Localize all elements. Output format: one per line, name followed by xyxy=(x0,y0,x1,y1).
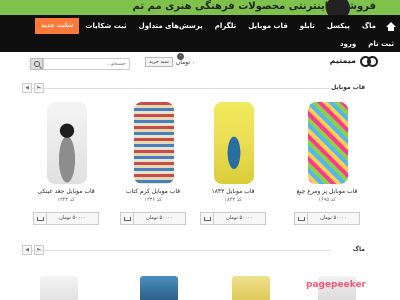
product-code: کد ۱۸۴۳ xyxy=(224,197,242,203)
add-to-cart-button[interactable]: ۵۰۰۰۰ تومان xyxy=(120,212,186,225)
cart-icon-box xyxy=(121,213,134,224)
nav-item-pixel[interactable]: پیکسل xyxy=(321,18,356,34)
cart-icon xyxy=(297,216,305,221)
nav-item-new-site[interactable]: سایت جدید xyxy=(35,18,80,34)
add-to-cart-button[interactable]: ۵۰۰۰۰ تومان xyxy=(294,212,360,225)
nav-item-register[interactable]: ثبت نام xyxy=(362,36,400,52)
section-header-mugs: ◀ ▶ ماگ xyxy=(0,244,400,256)
product-code: کد ۱۳۴۳ xyxy=(57,197,75,203)
add-to-cart-button[interactable]: ۵۰۰۰۰ تومان xyxy=(200,212,266,225)
nav-item-faq[interactable]: پرسش‌های متداول xyxy=(133,18,209,34)
product-price: ۵۰۰۰۰ تومان xyxy=(320,215,347,221)
cart-icon xyxy=(36,216,44,221)
search-input[interactable] xyxy=(43,58,130,70)
header-toolbar: میمتیم سبد خرید ۰ تومان ۰ xyxy=(0,52,400,74)
product-image[interactable] xyxy=(308,102,348,184)
section-title: قاب موبایل xyxy=(331,84,365,91)
nav-item-tablo[interactable]: تابلو xyxy=(294,18,321,34)
glasses-logo-icon xyxy=(360,56,378,67)
product-code: کد ۱۳۳۶ xyxy=(144,197,162,203)
nav-row-account: ثبت نام ورود xyxy=(334,35,400,53)
pagepeeker-watermark: pagepeeker xyxy=(306,280,366,290)
product-card[interactable]: قاب موبایل جغد عینکی کد ۱۳۴۳ ۵۰۰۰۰ تومان xyxy=(31,102,101,232)
product-price: ۵۰۰۰۰ تومان xyxy=(226,215,253,221)
mug-product-image[interactable] xyxy=(140,276,178,300)
home-icon xyxy=(386,21,396,31)
cart-icon-box xyxy=(201,213,214,224)
product-name[interactable]: قاب موبایل ۱۸۴۳ xyxy=(198,188,268,195)
product-code: کد ۱۶۹۵ xyxy=(318,197,336,203)
nav-home[interactable] xyxy=(382,18,400,34)
search-icon xyxy=(33,61,40,67)
product-price: ۵۰۰۰۰ تومان xyxy=(59,215,86,221)
product-card[interactable]: قاب موبایل کرم کتاب کد ۱۳۳۶ ۵۰۰۰۰ تومان xyxy=(118,102,188,232)
product-image[interactable] xyxy=(134,102,174,184)
cart-button[interactable]: سبد خرید xyxy=(145,57,173,67)
cart-count-badge: ۰ xyxy=(177,53,184,60)
product-image[interactable] xyxy=(47,102,87,184)
section-divider xyxy=(30,250,330,251)
top-banner: فروشگاه اینترنتی محصولات فرهنگی هنری مم … xyxy=(0,0,400,15)
section-header-phone-cases: ◀ ▶ قاب موبایل xyxy=(0,82,400,94)
logo-text: میمتیم xyxy=(329,56,356,65)
cart-icon xyxy=(203,216,211,221)
add-to-cart-button[interactable]: ۵۰۰۰۰ تومان xyxy=(33,212,99,225)
product-name[interactable]: قاب موبایل کرم کتاب xyxy=(118,188,188,195)
nav-item-complaints[interactable]: ثبت شکایات xyxy=(79,18,132,34)
cart-widget[interactable]: سبد خرید ۰ تومان ۰ xyxy=(145,53,195,67)
nav-item-telegram[interactable]: تلگرام xyxy=(209,18,242,34)
section-divider xyxy=(30,88,330,89)
search-button[interactable] xyxy=(30,58,43,70)
mug-product-image[interactable] xyxy=(40,276,78,300)
product-card[interactable]: قاب موبایل ۱۸۴۳ کد ۱۸۴۳ ۵۰۰۰۰ تومان xyxy=(198,102,268,232)
product-price: ۵۰۰۰۰ تومان xyxy=(146,215,173,221)
product-name[interactable]: قاب موبایل پر ومرغ جیغ xyxy=(292,188,362,195)
cart-icon-box xyxy=(34,213,47,224)
nav-item-login[interactable]: ورود xyxy=(334,36,362,52)
banner-text: فروشگاه اینترنتی محصولات فرهنگی هنری مم … xyxy=(132,1,376,12)
site-logo[interactable]: میمتیم xyxy=(329,56,378,67)
nav-row-primary: ماگ پیکسل تابلو قاب موبایل تلگرام پرسش‌ه… xyxy=(35,17,400,35)
nav-item-mug[interactable]: ماگ xyxy=(356,18,382,34)
product-name[interactable]: قاب موبایل جغد عینکی xyxy=(31,188,101,195)
product-image[interactable] xyxy=(214,102,254,184)
section-title: ماگ xyxy=(352,246,365,253)
main-navigation: ماگ پیکسل تابلو قاب موبایل تلگرام پرسش‌ه… xyxy=(0,15,400,52)
product-card[interactable]: قاب موبایل پر ومرغ جیغ کد ۱۶۹۵ ۵۰۰۰۰ توم… xyxy=(292,102,362,232)
search-box xyxy=(30,58,130,70)
cart-icon xyxy=(123,216,131,221)
mug-product-image[interactable] xyxy=(232,276,270,300)
nav-item-phone-case[interactable]: قاب موبایل xyxy=(242,18,294,34)
cart-icon-box xyxy=(295,213,308,224)
